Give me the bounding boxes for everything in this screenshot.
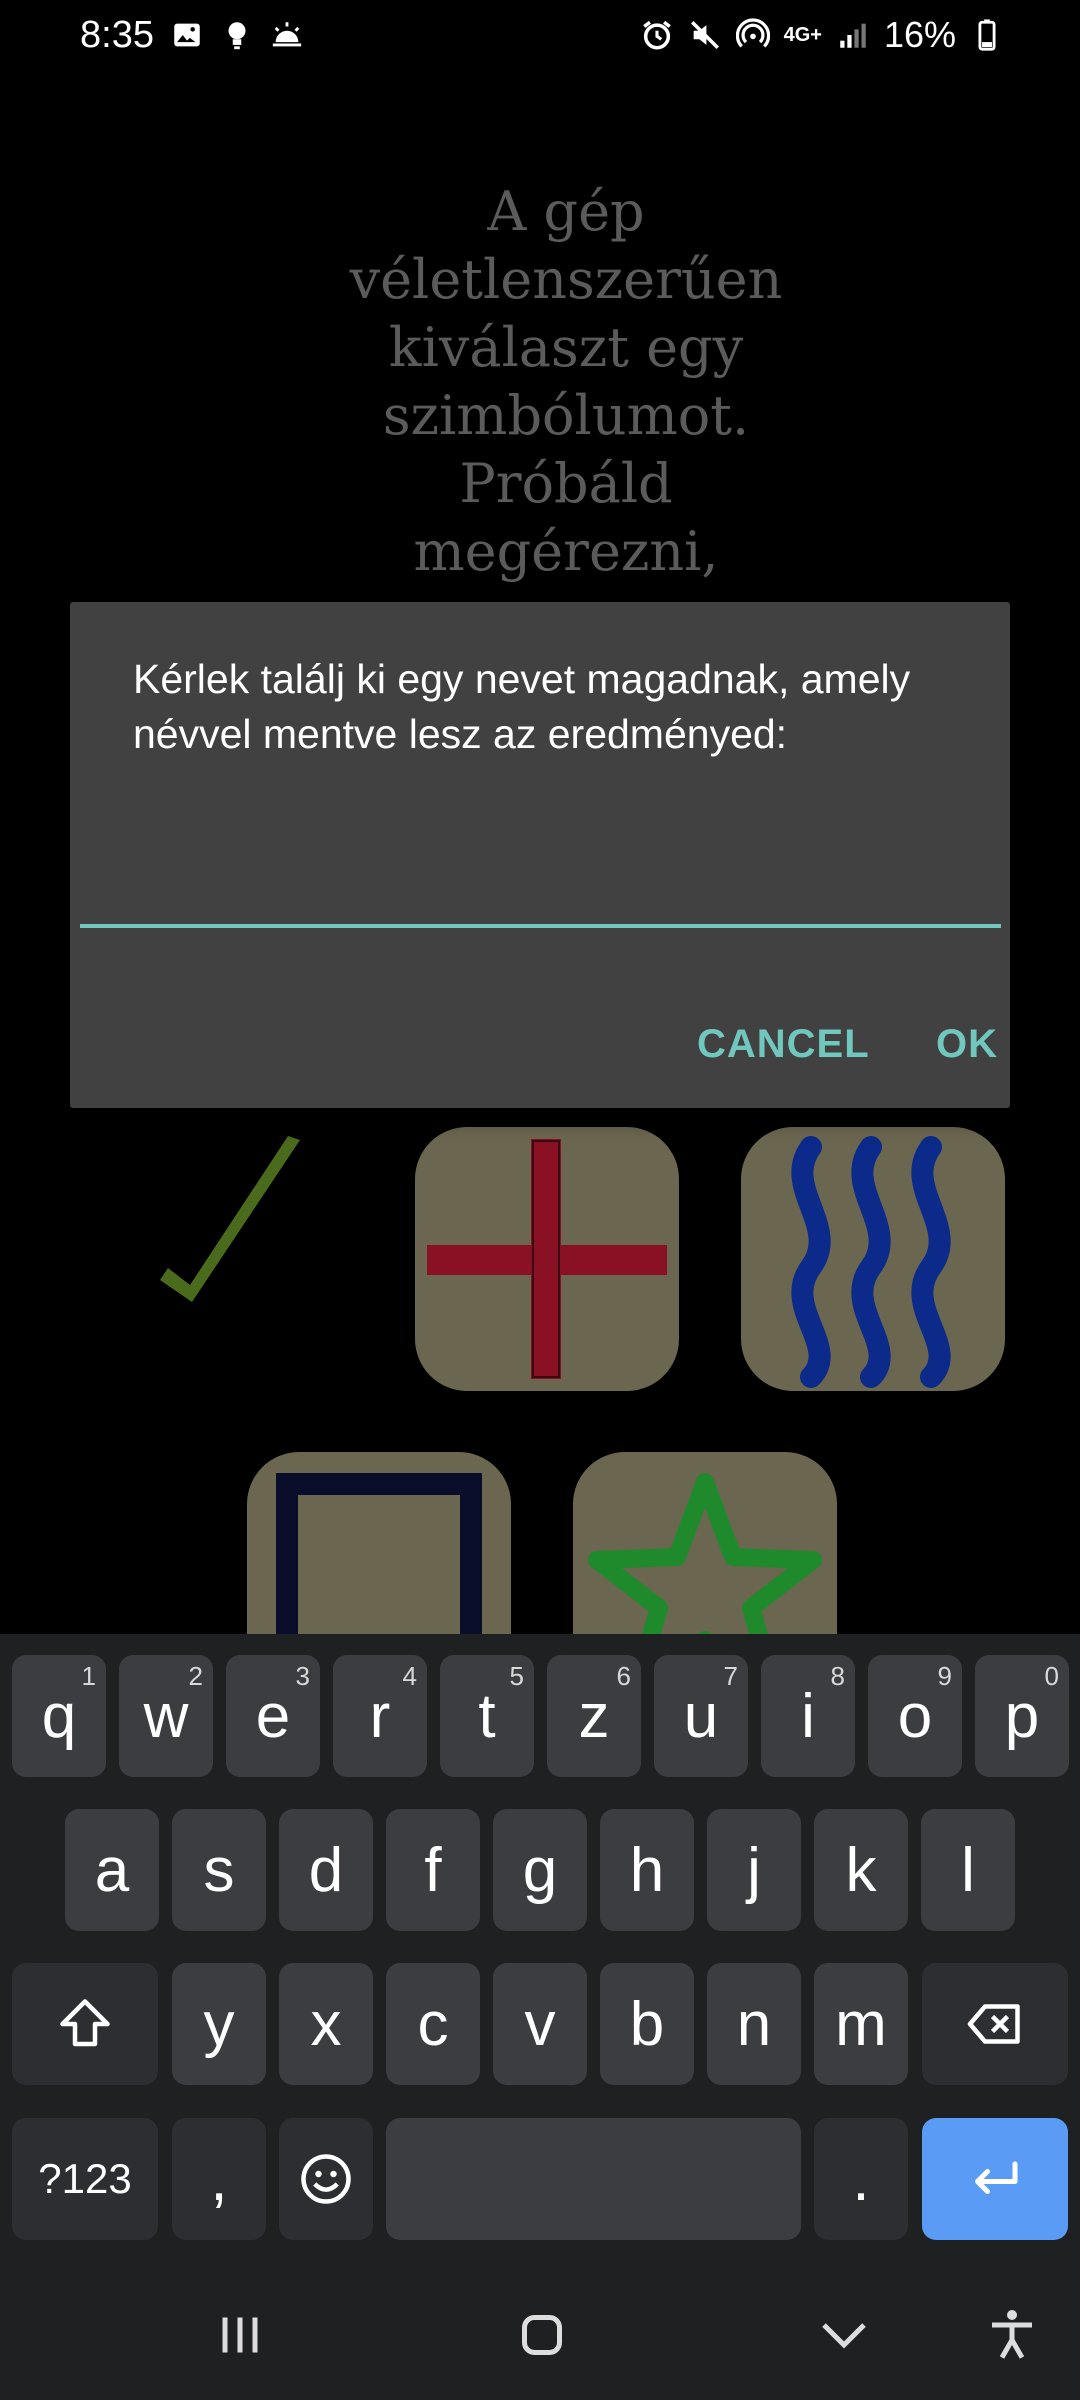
key-r[interactable]: r4 (333, 1655, 427, 1777)
cancel-button[interactable]: CANCEL (673, 1002, 894, 1087)
accessibility-button[interactable] (972, 2300, 1052, 2370)
symbols-key[interactable]: ?123 (12, 2118, 158, 2240)
key-i[interactable]: i8 (761, 1655, 855, 1777)
key-v[interactable]: v (493, 1963, 587, 2085)
key-g[interactable]: g (493, 1809, 587, 1931)
waves-icon (791, 1136, 951, 1388)
key-q[interactable]: q1 (12, 1655, 106, 1777)
status-bar: 8:35 4G+ 16% (0, 0, 1080, 80)
star-symbol-tile[interactable] (573, 1452, 837, 1634)
key-t[interactable]: t5 (440, 1655, 534, 1777)
network-type: 4G+ (783, 23, 822, 46)
weather-icon (270, 18, 304, 52)
emoji-icon (301, 2154, 351, 2204)
navigation-bar (0, 2270, 1080, 2400)
key-f[interactable]: f (386, 1809, 480, 1931)
hide-keyboard-button[interactable] (804, 2300, 884, 2370)
name-dialog: Kérlek találj ki egy nevet magadnak, ame… (70, 602, 1010, 1108)
key-j[interactable]: j (707, 1809, 801, 1931)
checkmark-icon (160, 1136, 300, 1302)
key-s[interactable]: s (172, 1809, 266, 1931)
waves-symbol-tile[interactable] (741, 1127, 1005, 1391)
key-w[interactable]: w2 (119, 1655, 213, 1777)
key-z[interactable]: z6 (547, 1655, 641, 1777)
key-p[interactable]: p0 (975, 1655, 1069, 1777)
backspace-key[interactable] (922, 1963, 1068, 2085)
enter-key[interactable] (922, 2118, 1068, 2240)
instructions-text: A gép véletlenszerűen kiválaszt egy szim… (349, 180, 783, 583)
alarm-icon (640, 18, 674, 52)
emoji-key[interactable] (279, 2118, 373, 2240)
shift-key[interactable] (12, 1963, 158, 2085)
accessibility-icon (992, 2310, 1032, 2359)
name-input[interactable] (80, 922, 1001, 928)
key-d[interactable]: d (279, 1809, 373, 1931)
chevron-down-icon (822, 2323, 866, 2349)
lightbulb-icon (220, 18, 254, 52)
status-time: 8:35 (80, 14, 154, 56)
home-icon (522, 2315, 562, 2355)
backspace-icon (967, 2004, 1020, 2044)
plus-symbol-tile[interactable] (415, 1127, 679, 1391)
key-u[interactable]: u7 (654, 1655, 748, 1777)
comma-key[interactable]: , (172, 2118, 266, 2240)
period-key[interactable]: . (814, 2118, 908, 2240)
plus-icon (427, 1139, 667, 1379)
battery-percent: 16% (883, 14, 956, 55)
key-x[interactable]: x (279, 1963, 373, 2085)
space-key[interactable] (386, 2118, 801, 2240)
key-y[interactable]: y (172, 1963, 266, 2085)
home-button[interactable] (502, 2300, 582, 2370)
ok-button[interactable]: OK (912, 1002, 1022, 1087)
dialog-message: Kérlek találj ki egy nevet magadnak, ame… (133, 656, 911, 757)
key-k[interactable]: k (814, 1809, 908, 1931)
key-h[interactable]: h (600, 1809, 694, 1931)
key-o[interactable]: o9 (868, 1655, 962, 1777)
key-m[interactable]: m (814, 1963, 908, 2085)
battery-icon (970, 18, 1004, 52)
hotspot-icon (735, 18, 770, 52)
key-a[interactable]: a (65, 1809, 159, 1931)
shift-icon (60, 1999, 110, 2047)
key-n[interactable]: n (707, 1963, 801, 2085)
enter-icon (975, 2161, 1018, 2194)
star-icon (588, 1473, 822, 1634)
recent-apps-button[interactable] (200, 2300, 280, 2370)
key-l[interactable]: l (921, 1809, 1015, 1931)
signal-icon (836, 18, 870, 52)
key-b[interactable]: b (600, 1963, 694, 2085)
mute-icon (688, 18, 722, 52)
key-e[interactable]: e3 (226, 1655, 320, 1777)
key-c[interactable]: c (386, 1963, 480, 2085)
square-symbol-tile[interactable] (247, 1452, 511, 1634)
gallery-icon (170, 18, 204, 52)
recent-apps-icon (222, 2317, 258, 2353)
square-icon (276, 1473, 482, 1634)
